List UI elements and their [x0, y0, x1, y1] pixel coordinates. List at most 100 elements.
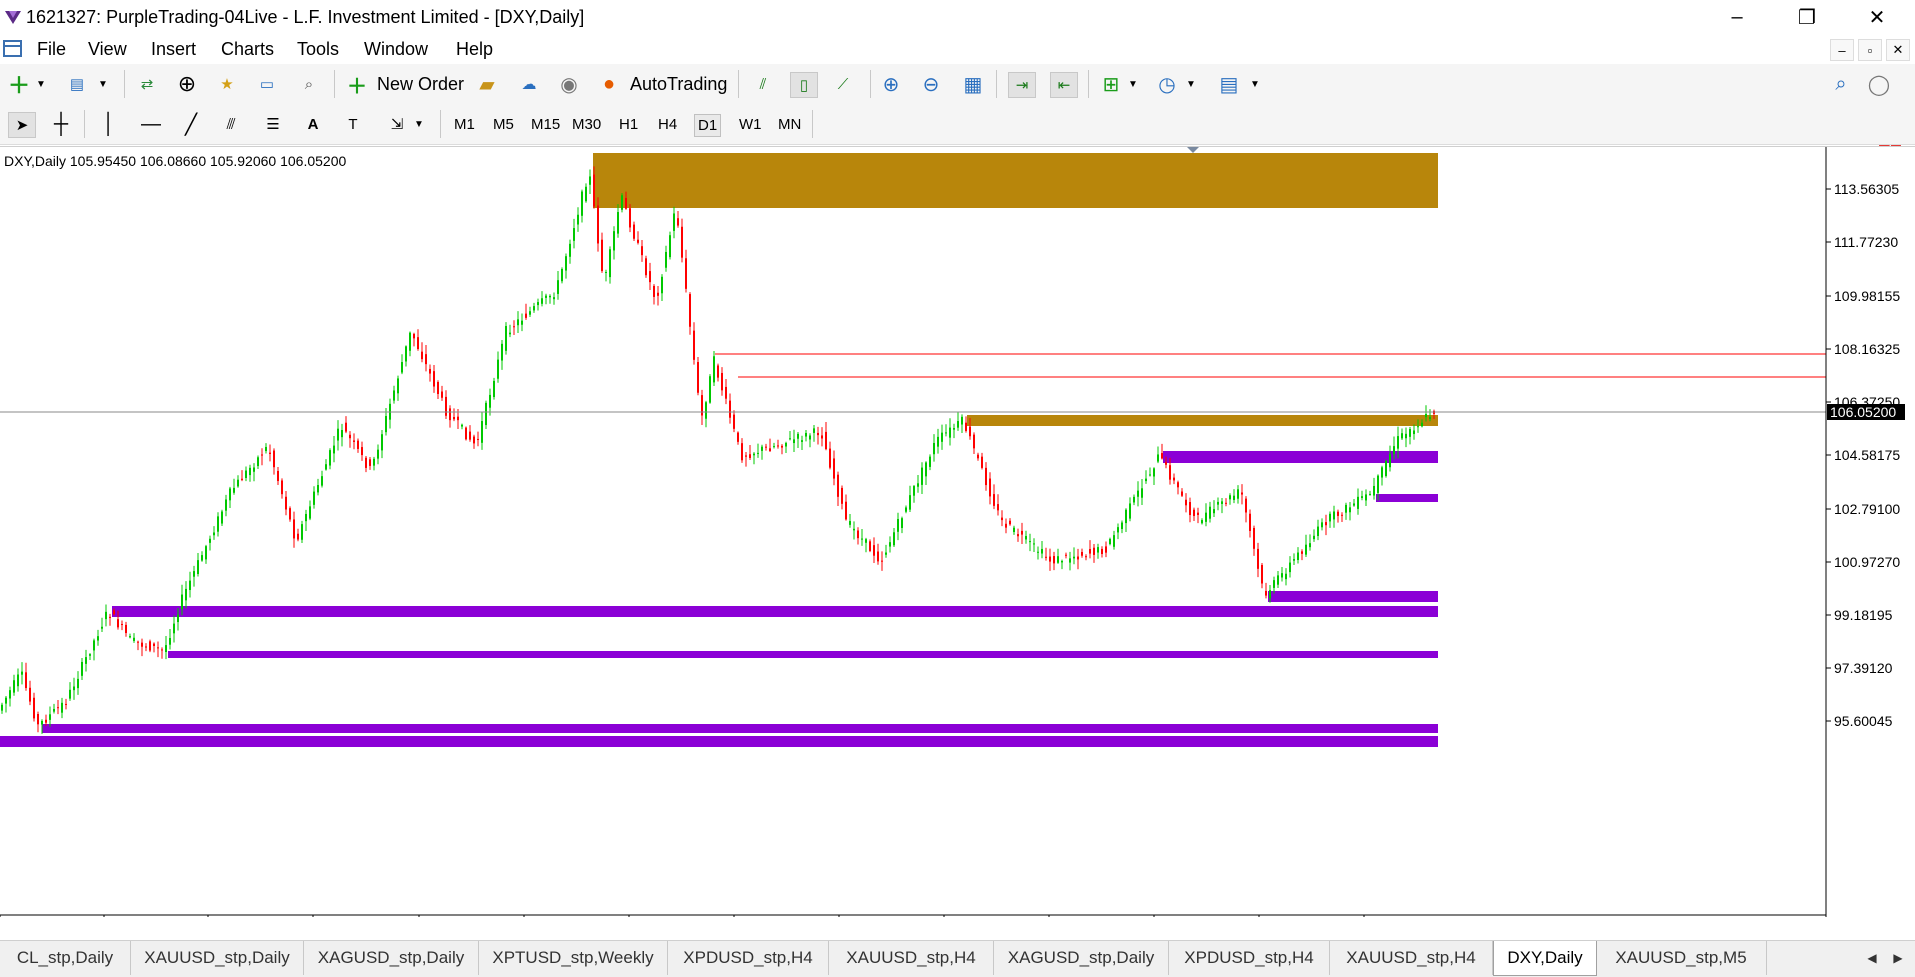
menu-window[interactable]: Window: [364, 39, 428, 60]
candle-body: [609, 249, 611, 278]
chart-shift-icon[interactable]: ⇤: [1050, 72, 1078, 98]
chat-icon[interactable]: ◯: [1866, 72, 1892, 96]
timeframe-m1[interactable]: M1: [451, 114, 478, 135]
chart-tab[interactable]: XAGUSD_stp,Daily: [304, 941, 479, 975]
chart-tab[interactable]: XAUUSD_stp,H4: [1330, 941, 1493, 975]
vertical-line-icon[interactable]: │: [96, 112, 122, 136]
mdi-close-button[interactable]: ✕: [1886, 39, 1910, 61]
candle-body: [1045, 556, 1047, 558]
chart-tab[interactable]: XAUUSD_stp,M5: [1596, 941, 1767, 975]
chart-tab[interactable]: XAUUSD_stp,Daily: [131, 941, 304, 975]
chart-canvas[interactable]: 115.35380113.56305111.77230109.98155108.…: [0, 147, 1915, 917]
chart-tab-active[interactable]: DXY,Daily: [1493, 941, 1597, 976]
minimize-button[interactable]: –: [1707, 0, 1767, 34]
zone-rectangle[interactable]: [0, 736, 1438, 747]
chart-tab[interactable]: XPDUSD_stp,H4: [668, 941, 829, 975]
arrows-icon[interactable]: ⇲: [384, 112, 410, 136]
close-button[interactable]: ✕: [1847, 0, 1907, 34]
candle-body: [729, 400, 731, 418]
timeframe-h4[interactable]: H4: [655, 114, 680, 135]
periods-clock-icon[interactable]: ◷: [1154, 72, 1180, 96]
menu-tools[interactable]: Tools: [297, 39, 339, 60]
candle-body: [1181, 491, 1183, 496]
chevron-down-icon[interactable]: ▼: [1248, 72, 1262, 96]
timeframe-m15[interactable]: M15: [528, 114, 563, 135]
zoom-out-icon[interactable]: ⊖: [918, 72, 944, 96]
autotrading-icon[interactable]: ●: [596, 72, 622, 96]
zone-rectangle[interactable]: [168, 651, 1438, 658]
new-order-button[interactable]: New Order: [377, 74, 464, 95]
chevron-down-icon[interactable]: ▼: [412, 112, 426, 136]
candle-body: [833, 458, 835, 479]
timeframe-m30[interactable]: M30: [569, 114, 604, 135]
menu-help[interactable]: Help: [456, 39, 493, 60]
restore-button[interactable]: ❐: [1777, 0, 1837, 34]
zone-rectangle[interactable]: [593, 153, 1438, 208]
candlestick-chart-icon[interactable]: ▯: [790, 72, 818, 98]
trendline-icon[interactable]: ╱: [178, 112, 204, 136]
chart-tab[interactable]: XAUUSD_stp,H4: [829, 941, 994, 975]
bar-chart-icon[interactable]: ⫽: [750, 72, 776, 96]
chart-tab[interactable]: XPTUSD_stp,Weekly: [479, 941, 668, 975]
crosshair-icon[interactable]: ┼: [48, 112, 74, 136]
text-icon[interactable]: A: [300, 112, 326, 136]
search-icon[interactable]: ⌕: [1828, 72, 1854, 96]
zone-rectangle[interactable]: [967, 415, 1438, 426]
chevron-down-icon[interactable]: ▼: [96, 72, 110, 96]
timeframe-d1[interactable]: D1: [694, 114, 722, 137]
equidistant-channel-icon[interactable]: ⫻: [218, 112, 244, 136]
mdi-minimize-button[interactable]: –: [1830, 39, 1854, 61]
zone-rectangle[interactable]: [1268, 591, 1438, 602]
data-window-icon[interactable]: ▭: [254, 72, 280, 96]
chart-tab[interactable]: XPDUSD_stp,H4: [1169, 941, 1330, 975]
candle-body: [317, 484, 319, 493]
gold-bar-icon[interactable]: ▰: [474, 72, 500, 96]
new-order-icon[interactable]: ＋: [344, 72, 370, 98]
text-label-icon[interactable]: T: [340, 112, 366, 136]
candle-body: [201, 555, 203, 561]
chevron-down-icon[interactable]: ▼: [1184, 72, 1198, 96]
scroll-tabs-left-icon[interactable]: ◀: [1860, 941, 1884, 975]
market-icon[interactable]: ◉: [556, 72, 582, 96]
scroll-tabs-right-icon[interactable]: ▶: [1886, 941, 1910, 975]
zone-rectangle[interactable]: [112, 606, 1438, 617]
menu-charts[interactable]: Charts: [221, 39, 274, 60]
cursor-icon[interactable]: ➤: [8, 112, 36, 138]
timeframe-mn[interactable]: MN: [775, 114, 804, 135]
menu-insert[interactable]: Insert: [151, 39, 196, 60]
chart-tab[interactable]: XAGUSD_stp,Daily: [994, 941, 1169, 975]
chevron-down-icon[interactable]: ▼: [34, 72, 48, 96]
price-chart[interactable]: 115.35380113.56305111.77230109.98155108.…: [0, 146, 1915, 917]
crosshair-navigator-icon[interactable]: ⊕: [174, 71, 200, 96]
zoom-in-icon[interactable]: ⊕: [878, 72, 904, 96]
menu-view[interactable]: View: [88, 39, 127, 60]
timeframe-m5[interactable]: M5: [490, 114, 517, 135]
favorites-star-icon[interactable]: ★: [214, 72, 240, 96]
horizontal-line-icon[interactable]: —: [138, 112, 164, 136]
timeframe-w1[interactable]: W1: [736, 114, 765, 135]
chart-shift-marker-icon[interactable]: [1187, 147, 1199, 153]
candle-body: [481, 421, 483, 443]
zone-rectangle[interactable]: [1376, 494, 1438, 502]
fibonacci-icon[interactable]: ☰: [260, 112, 286, 136]
autotrading-button[interactable]: AutoTrading: [630, 74, 727, 95]
profiles-icon[interactable]: ▤: [64, 72, 90, 96]
signals-icon[interactable]: ☁: [516, 72, 542, 96]
strategy-tester-icon[interactable]: ⌕: [296, 72, 322, 96]
mdi-restore-button[interactable]: ▫: [1858, 39, 1882, 61]
chart-tab[interactable]: CL_stp,Daily: [0, 941, 131, 975]
zone-rectangle[interactable]: [42, 724, 1438, 733]
indicators-icon[interactable]: ⊞: [1098, 72, 1124, 96]
auto-scroll-icon[interactable]: ⇥: [1008, 72, 1036, 98]
zone-rectangle[interactable]: [1163, 451, 1438, 463]
templates-icon[interactable]: ▤: [1216, 72, 1242, 96]
tile-windows-icon[interactable]: ▦: [960, 72, 986, 96]
chevron-down-icon[interactable]: ▼: [1126, 72, 1140, 96]
new-chart-icon[interactable]: ＋: [6, 72, 32, 98]
menu-file[interactable]: File: [37, 39, 66, 60]
line-chart-icon[interactable]: ⟋: [830, 72, 856, 96]
candle-body: [169, 638, 171, 645]
timeframe-h1[interactable]: H1: [616, 114, 641, 135]
market-watch-icon[interactable]: ⇄: [134, 72, 160, 96]
chart-window-icon[interactable]: [2, 38, 24, 65]
